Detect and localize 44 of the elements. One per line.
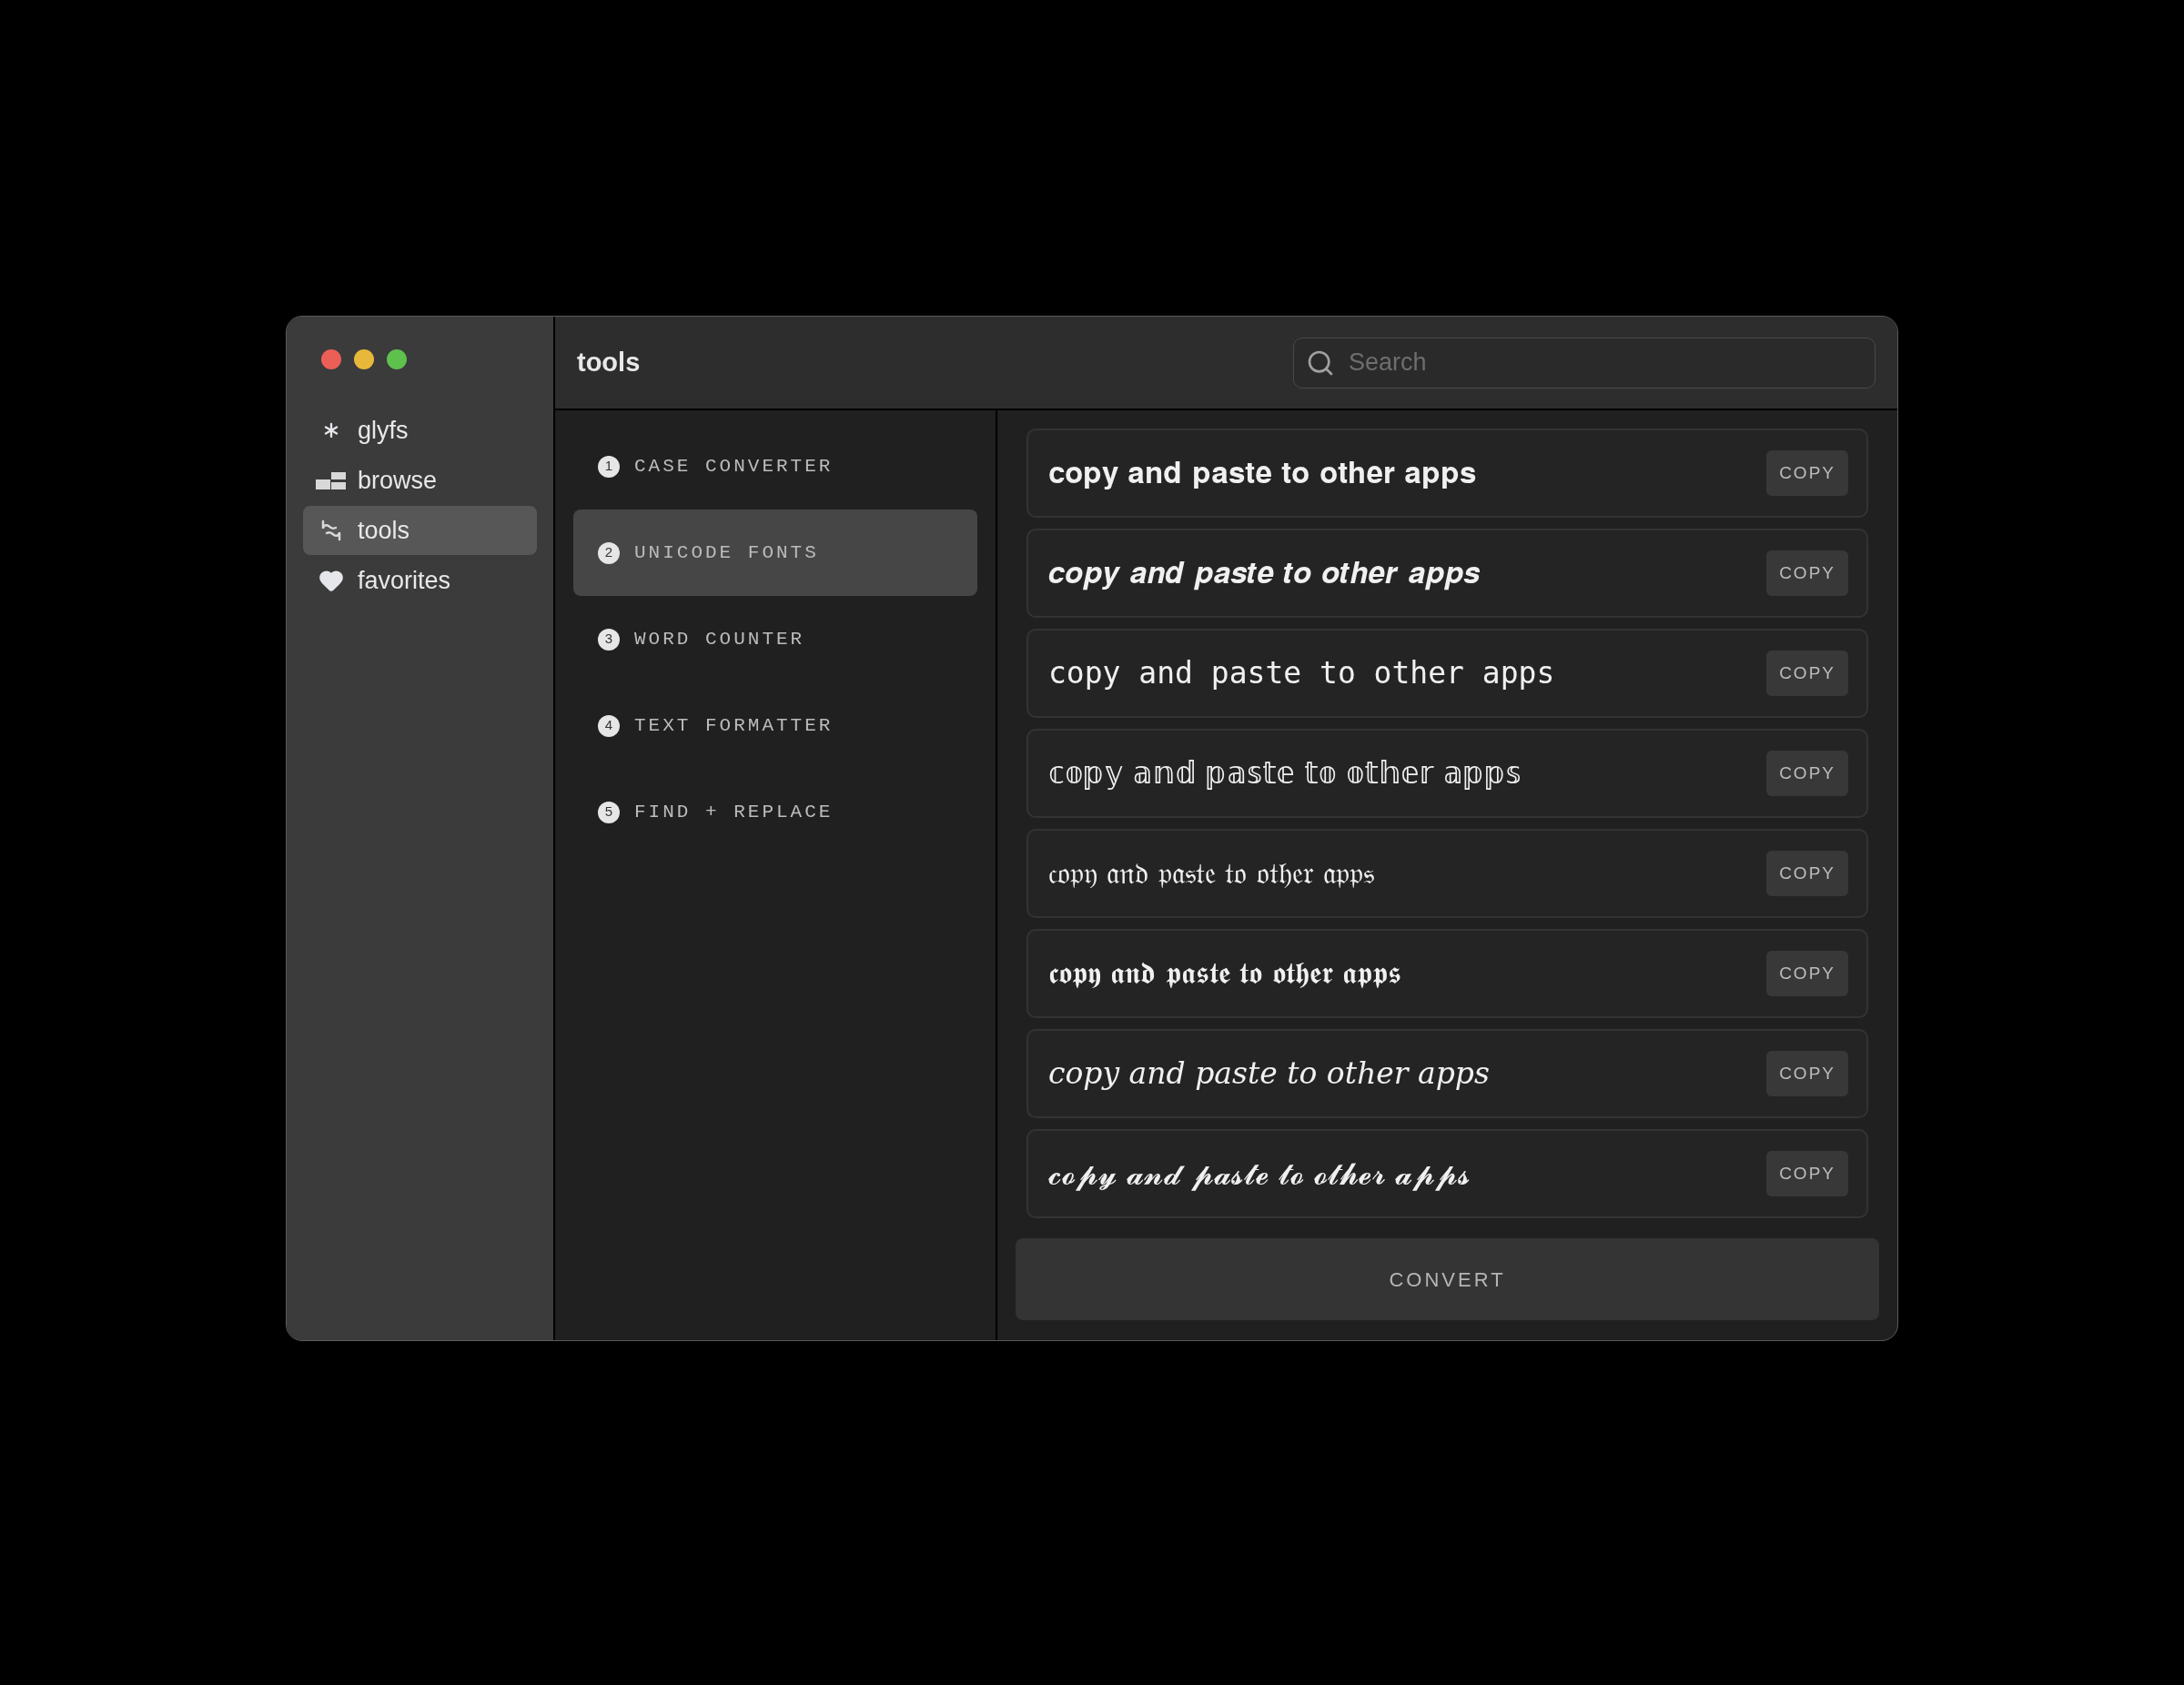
sidebar-item[interactable]: browse [303, 456, 537, 505]
copy-button[interactable]: COPY [1766, 550, 1848, 596]
minimize-window-button[interactable] [354, 349, 374, 369]
step-number: 4 [598, 714, 620, 737]
step-number: 5 [598, 801, 620, 823]
styled-text: 𝔠𝔬𝔭𝔶 𝔞𝔫𝔡 𝔭𝔞𝔰𝔱𝔢 𝔱𝔬 𝔬𝔱𝔥𝔢𝔯 𝔞𝔭𝔭𝔰 [1048, 854, 1375, 893]
tool-label: TEXT FORMATTER [634, 713, 834, 738]
styled-text: 𝚌𝚘𝚙𝚢 𝚊𝚗𝚍 𝚙𝚊𝚜𝚝𝚎 𝚝𝚘 𝚘𝚝𝚑𝚎𝚛 𝚊𝚙𝚙𝚜 [1048, 654, 1555, 693]
tool-label: FIND + REPLACE [634, 800, 834, 824]
step-number: 3 [598, 628, 620, 651]
search-field[interactable]: Search [1293, 337, 1876, 388]
tool-item[interactable]: 1 CASE CONVERTER [573, 423, 977, 510]
styled-text: 𝕔𝕠𝕡𝕪 𝕒𝕟𝕕 𝕡𝕒𝕤𝕥𝕖 𝕥𝕠 𝕠𝕥𝕙𝕖𝕣 𝕒𝕡𝕡𝕤 [1048, 754, 1522, 793]
window-title: tools [577, 346, 641, 378]
zoom-window-button[interactable] [387, 349, 407, 369]
copy-button[interactable]: COPY [1766, 951, 1848, 996]
heart-icon [318, 568, 344, 593]
sidebar-item[interactable]: favorites [303, 556, 537, 605]
styled-text: 𝖈𝖔𝖕𝖞 𝖆𝖓𝖉 𝖕𝖆𝖘𝖙𝖊 𝖙𝖔 𝖔𝖙𝖍𝖊𝖗 𝖆𝖕𝖕𝖘 [1048, 954, 1402, 994]
sidebar-item[interactable]: tools [303, 506, 537, 555]
copy-button[interactable]: COPY [1766, 751, 1848, 796]
tool-label: UNICODE FONTS [634, 540, 819, 565]
styled-text: 𝓬𝓸𝓹𝔂 𝓪𝓷𝓭 𝓹𝓪𝓼𝓽𝓮 𝓽𝓸 𝓸𝓽𝓱𝓮𝓻 𝓪𝓹𝓹𝓼 [1048, 1155, 1471, 1194]
copy-button[interactable]: COPY [1766, 450, 1848, 496]
styled-text: 𝐜𝐨𝐩𝐲 𝐚𝐧𝐝 𝐩𝐚𝐬𝐭𝐞 𝐭𝐨 𝐨𝐭𝐡𝐞𝐫 𝐚𝐩𝐩𝐬 [1048, 454, 1477, 493]
tool-item[interactable]: 5 FIND + REPLACE [573, 769, 977, 855]
tool-label: WORD COUNTER [634, 627, 805, 651]
tool-label: CASE CONVERTER [634, 454, 834, 479]
copy-button[interactable]: COPY [1766, 1051, 1848, 1096]
convert-button[interactable]: CONVERT [1016, 1238, 1879, 1320]
styled-text: 𝒄𝒐𝒑𝒚 𝒂𝒏𝒅 𝒑𝒂𝒔𝒕𝒆 𝒕𝒐 𝒐𝒕𝒉𝒆𝒓 𝒂𝒑𝒑𝒔 [1048, 554, 1481, 593]
step-number: 1 [598, 455, 620, 478]
blocks-icon [316, 470, 347, 490]
tool-item[interactable]: 3 WORD COUNTER [573, 596, 977, 682]
copy-button[interactable]: COPY [1766, 851, 1848, 896]
tool-item[interactable]: 4 TEXT FORMATTER [573, 682, 977, 769]
close-window-button[interactable] [321, 349, 341, 369]
waves-icon [319, 519, 343, 542]
copy-button[interactable]: COPY [1766, 1151, 1848, 1196]
sidebar-item[interactable]: glyfs [303, 406, 537, 455]
step-number: 2 [598, 541, 620, 564]
tool-item[interactable]: 2 UNICODE FONTS [573, 510, 977, 596]
styled-text: 𝑐𝑜𝑝𝑦 𝑎𝑛𝑑 𝑝𝑎𝑠𝑡𝑒 𝑡𝑜 𝑜𝑡ℎ𝑒𝑟 𝑎𝑝𝑝𝑠 [1048, 1054, 1490, 1094]
copy-button[interactable]: COPY [1766, 651, 1848, 696]
